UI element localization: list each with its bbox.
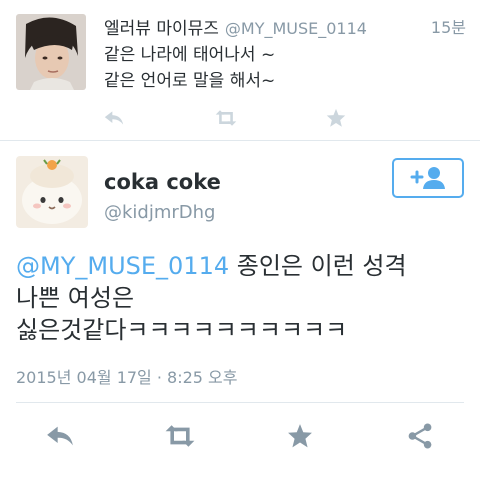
handle[interactable]: @MY_MUSE_0114 (225, 19, 367, 38)
tweet-text-segment: 종인은 이런 성격 (229, 252, 407, 280)
reply-icon (104, 111, 124, 125)
share-button[interactable] (400, 416, 440, 456)
avatar[interactable] (16, 14, 86, 90)
parent-tweet[interactable]: 엘러뷰 마이뮤즈 @MY_MUSE_0114 15분 같은 나라에 태어나서 ~ … (0, 0, 480, 140)
retweet-icon (215, 110, 237, 126)
tweet-line: 같은 나라에 태어나서 ~ (104, 45, 276, 65)
mention-link[interactable]: @MY_MUSE_0114 (16, 252, 229, 280)
add-user-icon (410, 167, 445, 189)
follow-button[interactable] (392, 158, 464, 198)
favorite-icon (288, 424, 312, 448)
handle[interactable]: @kidjmrDhg (104, 202, 215, 223)
reply-button[interactable] (40, 416, 80, 456)
tweet-line: 싫은것같다ㅋㅋㅋㅋㅋㅋㅋㅋㅋㅋ (16, 316, 348, 344)
favorite-button[interactable] (322, 104, 350, 132)
retweet-button[interactable] (160, 416, 200, 456)
reply-button[interactable] (100, 104, 128, 132)
reply-icon (47, 426, 73, 446)
tweet-timestamp: 2015년 04월 17일 · 8:25 오후 (16, 368, 238, 387)
divider (0, 140, 480, 141)
tweet-line: @MY_MUSE_0114 종인은 이런 성격 (16, 250, 468, 282)
favorite-icon (326, 108, 346, 127)
display-name[interactable]: 엘러뷰 마이뮤즈 (104, 19, 219, 39)
tweet-text: 같은 나라에 태어나서 ~ 같은 언어로 말을 해서~ (104, 42, 464, 94)
parent-tweet-header: 엘러뷰 마이뮤즈 @MY_MUSE_0114 15분 (104, 14, 466, 39)
avatar[interactable] (16, 156, 88, 228)
tweet-actions (0, 416, 480, 456)
display-name[interactable]: coka coke (104, 170, 221, 194)
tweet-actions (100, 104, 360, 132)
retweet-button[interactable] (212, 104, 240, 132)
tweet-line: 나쁜 여성은 (16, 284, 135, 312)
tweet-text: @MY_MUSE_0114 종인은 이런 성격 나쁜 여성은 싫은것같다ㅋㅋㅋㅋ… (16, 250, 468, 346)
timestamp: 15분 (430, 18, 466, 37)
favorite-button[interactable] (280, 416, 320, 456)
share-icon (408, 423, 432, 449)
divider (16, 402, 464, 403)
retweet-icon (165, 425, 195, 447)
tweet-line: 같은 언어로 말을 해서~ (104, 71, 276, 91)
